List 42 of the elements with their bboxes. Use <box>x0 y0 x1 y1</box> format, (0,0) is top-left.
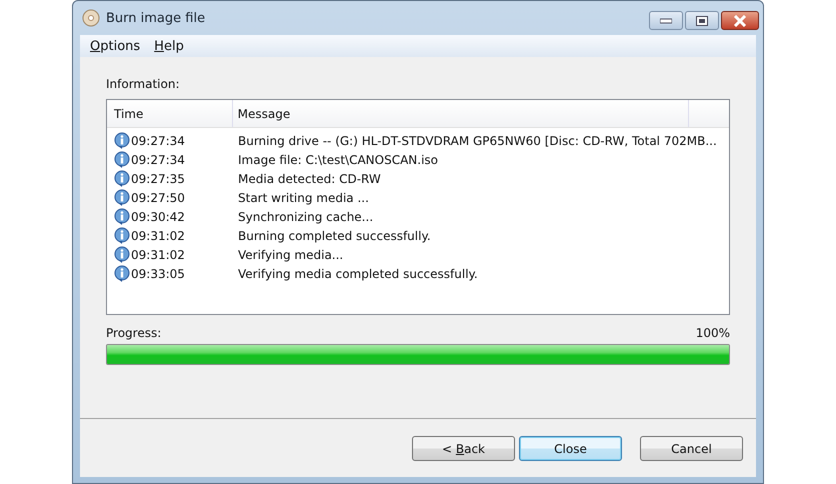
message-cell-text: Start writing media ... <box>237 190 369 204</box>
message-cell-text: Verifying media... <box>237 248 344 262</box>
menu-item[interactable]: Help <box>154 38 184 54</box>
time-cell: 09:27:50 <box>131 190 185 204</box>
progress-percent: 100% <box>696 326 730 340</box>
dialog-button[interactable]: Close <box>519 436 622 461</box>
disc-icon <box>82 9 100 27</box>
info-icon <box>113 132 131 150</box>
window-title: Burn image file <box>106 10 206 26</box>
message-cell-text: Burning completed successfully. <box>237 228 431 242</box>
info-icon <box>113 208 131 226</box>
info-icon <box>113 264 131 282</box>
time-cell: 09:27:34 <box>131 152 185 166</box>
time-cell: 09:31:02 <box>131 248 185 262</box>
progress-label: Progress: <box>106 326 162 340</box>
minimize-button[interactable] <box>649 11 683 30</box>
minimize-icon <box>660 18 672 24</box>
message-cell-text: Synchronizing cache... <box>237 210 374 224</box>
time-cell: 09:30:42 <box>131 210 185 224</box>
time-cell: 09:33:05 <box>131 266 185 280</box>
close-icon <box>733 14 747 26</box>
time-cell: 09:27:35 <box>131 172 185 186</box>
message-cell-text: Image file: C:\test\CANOSCAN.iso <box>237 152 438 166</box>
info-icon <box>113 150 131 168</box>
info-icon <box>113 226 131 244</box>
time-cell: 09:31:02 <box>131 228 185 242</box>
maximize-icon <box>696 16 708 26</box>
info-icon <box>113 188 131 206</box>
close-button[interactable] <box>721 11 759 30</box>
message-cell-text: Burning drive -- (G:) HL-DT-STDVDRAM GP65NW60 [Disc: CD-RW, Total 702MB... <box>237 134 717 148</box>
dialog-button[interactable]: < Back <box>412 436 515 461</box>
time-cell: 09:27:34 <box>131 134 185 148</box>
column-header[interactable]: Message <box>232 100 690 127</box>
info-icon <box>113 246 131 264</box>
menu-item[interactable]: Options <box>90 38 140 54</box>
dialog-button[interactable]: Cancel <box>640 436 743 461</box>
information-label: Information: <box>106 77 181 91</box>
info-icon <box>113 170 131 188</box>
maximize-button[interactable] <box>685 11 719 30</box>
message-cell-text: Media detected: CD-RW <box>237 172 381 186</box>
message-cell-text: Verifying media completed successfully. <box>237 266 478 280</box>
column-header[interactable]: Time <box>107 100 233 127</box>
